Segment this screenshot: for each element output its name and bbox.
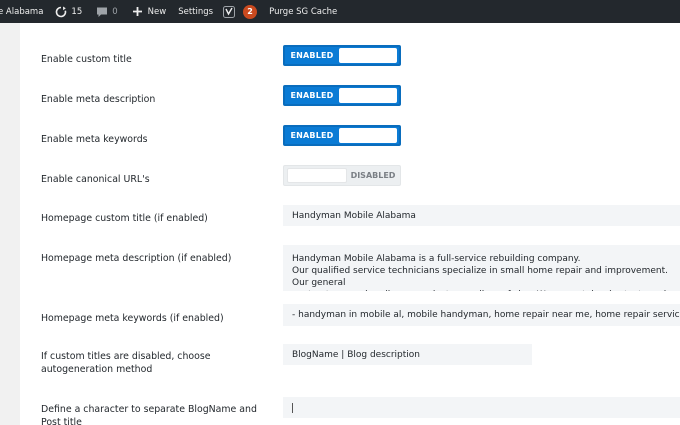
canonical-label: Enable canonical URL's: [41, 174, 150, 185]
canonical-knob: [287, 168, 347, 183]
meta-keywords-knob: [339, 128, 397, 143]
custom-title-toggle[interactable]: ENABLED: [283, 45, 401, 66]
meta-description-label: Enable meta description: [41, 94, 156, 105]
custom-title-state: ENABLED: [290, 51, 334, 60]
separator-label: Define a character to separate BlogName …: [41, 403, 257, 425]
admin-bar-new[interactable]: New: [128, 0, 171, 23]
comments-count: 0: [112, 6, 118, 17]
admin-bar-site-name[interactable]: e Alabama: [0, 0, 47, 23]
settings-panel: Enable custom title ENABLED Enable meta …: [20, 23, 680, 425]
admin-bar-settings[interactable]: Settings: [174, 0, 217, 23]
meta-description-state: ENABLED: [290, 91, 334, 100]
settings-label: Settings: [178, 6, 214, 17]
new-label: New: [147, 6, 167, 17]
autogeneration-select[interactable]: BlogName | Blog description: [283, 344, 532, 365]
updates-count: 15: [71, 6, 83, 17]
separator-label-line2: Post title: [41, 417, 82, 425]
homepage-keywords-value: - handyman in mobile al, mobile handyman…: [292, 310, 680, 320]
autogeneration-label-line2: autogeneration method: [41, 364, 153, 375]
meta-keywords-state: ENABLED: [290, 131, 334, 140]
meta-keywords-label: Enable meta keywords: [41, 134, 148, 145]
plus-icon: [132, 6, 144, 18]
homepage-title-input[interactable]: Handyman Mobile Alabama: [283, 205, 680, 226]
canonical-toggle[interactable]: DISABLED: [283, 165, 401, 186]
homepage-title-value: Handyman Mobile Alabama: [292, 210, 416, 221]
autogeneration-value: BlogName | Blog description: [292, 349, 420, 360]
updates-icon: [55, 6, 67, 18]
admin-bar-comments[interactable]: 0: [92, 0, 121, 23]
homepage-description-textarea[interactable]: Handyman Mobile Alabama is a full-servic…: [283, 245, 680, 291]
admin-bar: e Alabama 15 0 New Settings 2 Purge SG C…: [0, 0, 680, 23]
meta-description-toggle[interactable]: ENABLED: [283, 85, 401, 106]
homepage-title-label: Homepage custom title (if enabled): [41, 213, 208, 224]
meta-keywords-toggle[interactable]: ENABLED: [283, 125, 401, 146]
separator-input[interactable]: [283, 397, 680, 418]
custom-title-knob: [339, 48, 397, 63]
meta-description-knob: [339, 88, 397, 103]
site-name-label: e Alabama: [0, 6, 44, 17]
purge-cache-label: Purge SG Cache: [269, 6, 338, 17]
custom-title-label: Enable custom title: [41, 54, 132, 65]
admin-bar-yoast[interactable]: 2: [219, 0, 261, 23]
homepage-description-label: Homepage meta description (if enabled): [41, 253, 232, 264]
homepage-keywords-label: Homepage meta keywords (if enabled): [41, 313, 224, 324]
text-caret: [292, 402, 293, 413]
separator-label-line1: Define a character to separate BlogName …: [41, 404, 257, 415]
yoast-badge: 2: [243, 4, 258, 19]
homepage-keywords-input[interactable]: - handyman in mobile al, mobile handyman…: [283, 304, 680, 326]
canonical-state: DISABLED: [350, 171, 396, 180]
admin-bar-purge-cache[interactable]: Purge SG Cache: [265, 0, 341, 23]
admin-bar-updates[interactable]: 15: [51, 0, 86, 23]
yoast-icon: [223, 5, 236, 18]
autogeneration-label: If custom titles are disabled, choose au…: [41, 350, 211, 376]
left-gutter: [0, 23, 20, 425]
comment-icon: [96, 6, 108, 18]
autogeneration-label-line1: If custom titles are disabled, choose: [41, 351, 211, 362]
